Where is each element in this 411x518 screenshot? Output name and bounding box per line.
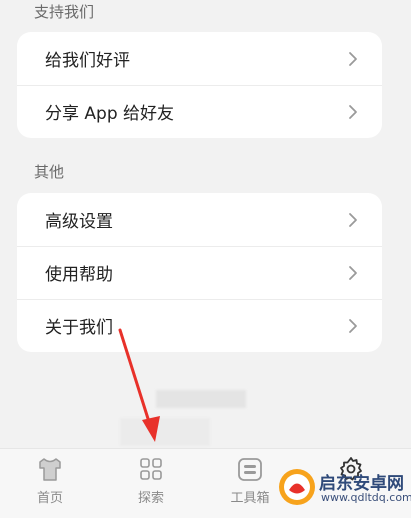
rate-us-label: 给我们好评	[45, 51, 130, 71]
toolbox-icon	[238, 458, 262, 481]
section-title-support: 支持我们	[34, 3, 95, 21]
blurred-version-text	[156, 390, 246, 408]
help-label: 使用帮助	[45, 265, 113, 285]
tab-home-label: 首页	[36, 491, 63, 506]
watermark-logo: 启东安卓网 www.qdltdq.com	[277, 467, 411, 511]
tab-explore[interactable]: 探索	[111, 449, 191, 518]
about-us-row[interactable]: 关于我们	[17, 299, 382, 352]
watermark-url: www.qdltdq.com	[321, 491, 411, 504]
help-row[interactable]: 使用帮助	[17, 246, 382, 299]
advanced-settings-row[interactable]: 高级设置	[17, 193, 382, 246]
watermark-logo-icon	[279, 469, 315, 505]
chevron-right-icon	[349, 51, 357, 66]
rate-us-row[interactable]: 给我们好评	[17, 32, 382, 85]
other-card: 高级设置 使用帮助 关于我们	[17, 193, 382, 352]
tab-explore-label: 探索	[137, 491, 164, 506]
chevron-right-icon	[349, 104, 357, 119]
chevron-right-icon	[349, 212, 357, 227]
tab-home[interactable]: 首页	[10, 449, 90, 518]
share-app-label: 分享 App 给好友	[45, 104, 175, 124]
chevron-right-icon	[349, 265, 357, 280]
about-us-label: 关于我们	[45, 318, 113, 338]
shirt-icon	[39, 458, 61, 481]
grid-icon	[140, 458, 162, 480]
chevron-right-icon	[349, 318, 357, 333]
blurred-area	[120, 418, 210, 446]
support-card: 给我们好评 分享 App 给好友	[17, 32, 382, 138]
section-title-other: 其他	[34, 163, 65, 181]
advanced-settings-label: 高级设置	[45, 212, 113, 232]
share-app-row[interactable]: 分享 App 给好友	[17, 85, 382, 138]
